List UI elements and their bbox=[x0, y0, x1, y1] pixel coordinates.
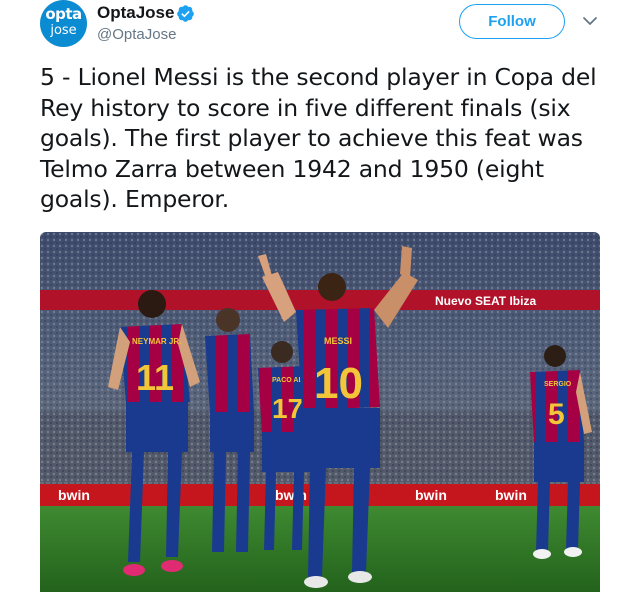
follow-button[interactable]: Follow bbox=[459, 4, 565, 39]
avatar-logo-line1: opta bbox=[45, 5, 82, 23]
jersey-number: 10 bbox=[314, 359, 363, 408]
jersey-name: SERGIO bbox=[544, 381, 572, 388]
tweet-photo[interactable]: Nuevo SEAT Ibiza bwin bwin bwin bwin NEY… bbox=[40, 232, 600, 592]
photo-canvas: Nuevo SEAT Ibiza bwin bwin bwin bwin NEY… bbox=[40, 232, 600, 592]
account-handle[interactable]: @OptaJose bbox=[97, 26, 176, 43]
tweet-text: 5 - Lionel Messi is the second player in… bbox=[40, 63, 597, 213]
chevron-down-icon[interactable] bbox=[581, 12, 599, 30]
avatar-logo-line2: jose bbox=[50, 23, 77, 38]
jersey-number: 5 bbox=[548, 398, 565, 431]
avatar[interactable]: opta jose bbox=[40, 0, 87, 47]
verified-badge-icon bbox=[177, 5, 194, 22]
jersey-name: PACO AL. bbox=[272, 377, 305, 384]
ad-board-text: Nuevo SEAT Ibiza bbox=[435, 294, 536, 308]
ad-board-bwin: bwin bbox=[58, 487, 90, 503]
jersey-number: 11 bbox=[136, 357, 174, 398]
jersey-name: MESSI bbox=[324, 336, 352, 346]
ad-board-bwin: bwin bbox=[495, 487, 527, 503]
tweet-header: opta jose OptaJose @OptaJose Follow bbox=[40, 0, 610, 52]
jersey-name: NEYMAR JR. bbox=[132, 337, 181, 346]
jersey-number: 17 bbox=[272, 393, 303, 424]
ad-board-bwin: bwin bbox=[415, 487, 447, 503]
display-name[interactable]: OptaJose bbox=[97, 3, 174, 23]
